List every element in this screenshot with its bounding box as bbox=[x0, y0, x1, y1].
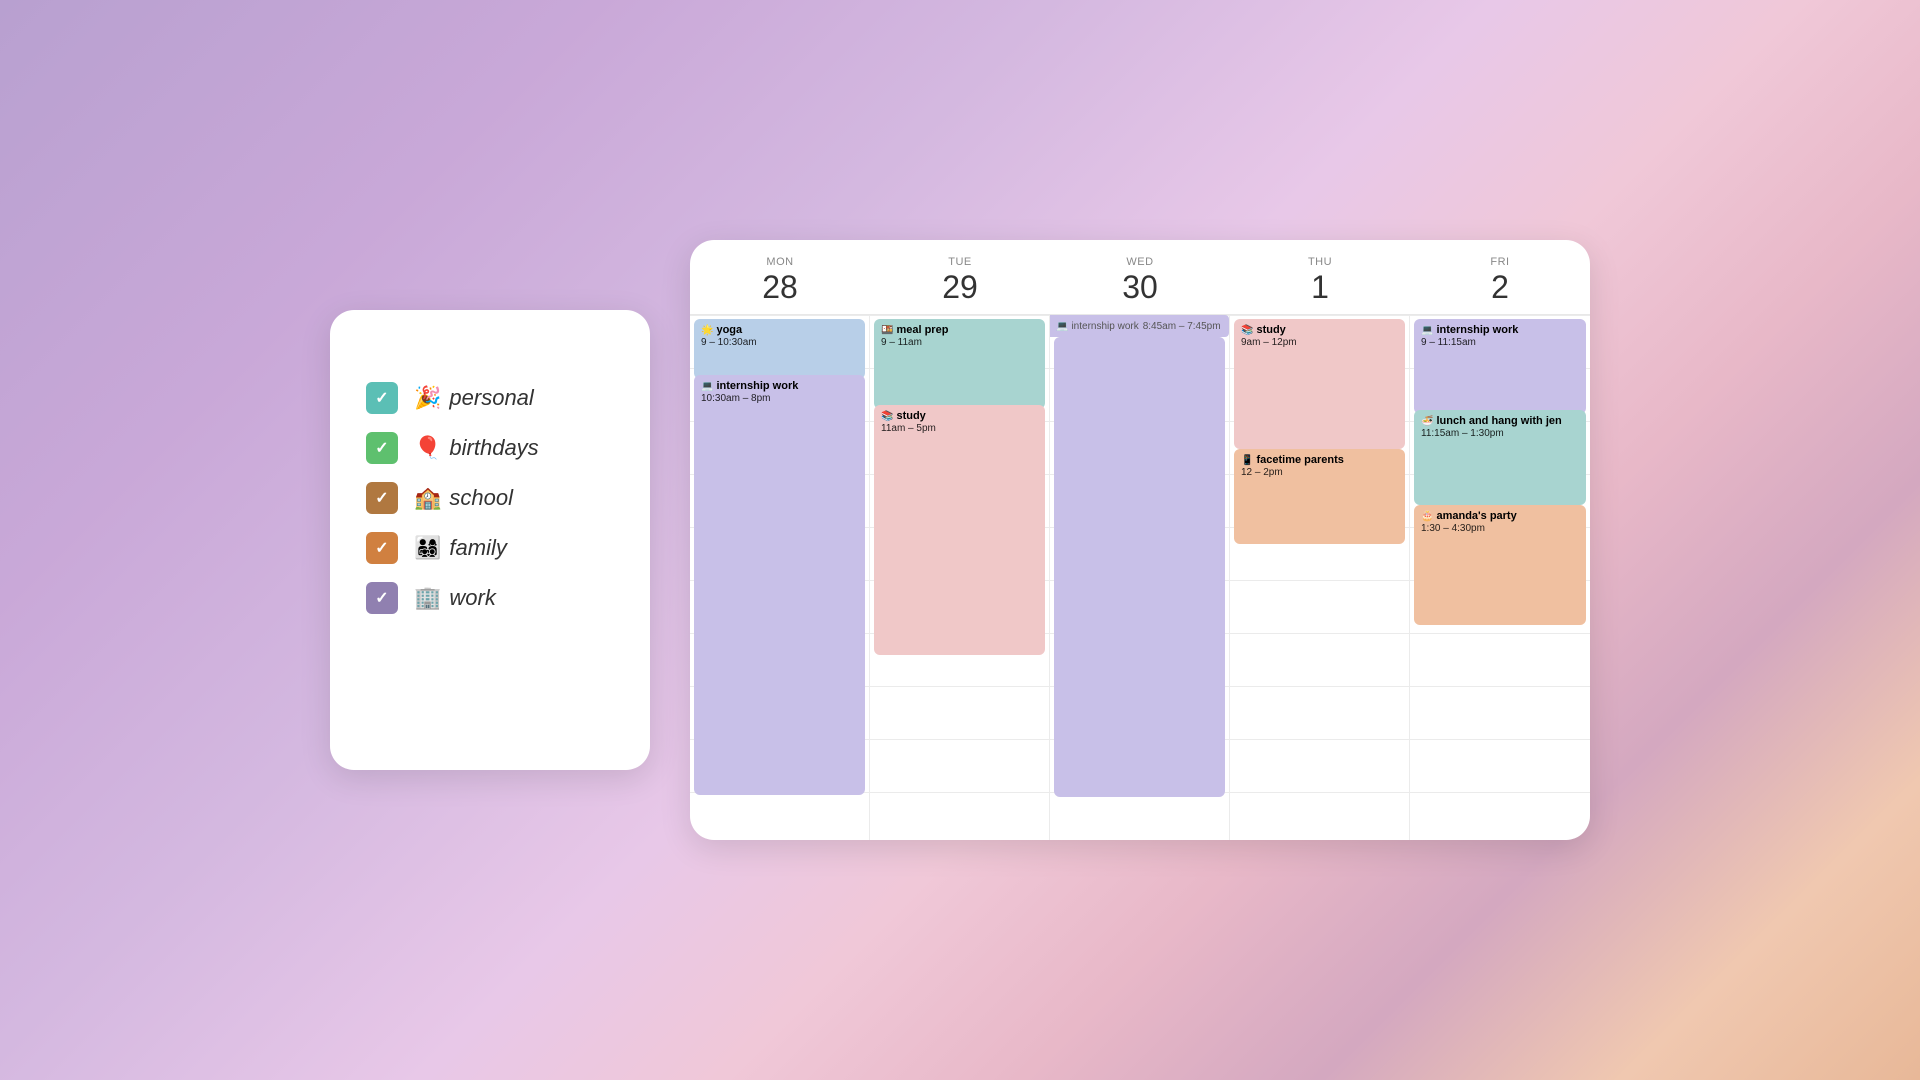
calendar-item-birthdays[interactable]: ✓ 🎈 birthdays bbox=[366, 432, 614, 464]
checkbox-family[interactable]: ✓ bbox=[366, 532, 398, 564]
calendar-item-family[interactable]: ✓ 👨‍👩‍👧‍👦 family bbox=[366, 532, 614, 564]
event-internship-work-wed[interactable] bbox=[1054, 337, 1225, 797]
calendar-label-work: 🏢 work bbox=[414, 585, 496, 611]
calendar-label-personal: 🎉 personal bbox=[414, 385, 534, 411]
cal-column-mon: 🌟 yoga 9 – 10:30am 💻 internship work 10:… bbox=[690, 315, 870, 840]
calendar-item-work[interactable]: ✓ 🏢 work bbox=[366, 582, 614, 614]
event-internship-work-mon[interactable]: 💻 internship work 10:30am – 8pm bbox=[694, 375, 865, 795]
cal-column-wed: 💻 internship work 8:45am – 7:45pm bbox=[1050, 315, 1230, 840]
cal-column-tue: 🍱 meal prep 9 – 11am 📚 study 11am – 5pm bbox=[870, 315, 1050, 840]
event-meal-prep-tue[interactable]: 🍱 meal prep 9 – 11am bbox=[874, 319, 1045, 409]
day-header-mon: MON 28 bbox=[690, 256, 870, 306]
checkbox-personal[interactable]: ✓ bbox=[366, 382, 398, 414]
event-multiday-internship-wed[interactable]: 💻 internship work 8:45am – 7:45pm bbox=[1050, 315, 1229, 337]
event-internship-work-fri[interactable]: 💻 internship work 9 – 11:15am bbox=[1414, 319, 1586, 414]
event-lunch-and-hang-with-jen-fri[interactable]: 🍜 lunch and hang with jen 11:15am – 1:30… bbox=[1414, 410, 1586, 505]
day-header-thu: THU 1 bbox=[1230, 256, 1410, 306]
event-study-tue[interactable]: 📚 study 11am – 5pm bbox=[874, 405, 1045, 655]
calendar-body: 🌟 yoga 9 – 10:30am 💻 internship work 10:… bbox=[690, 315, 1590, 840]
calendar-label-family: 👨‍👩‍👧‍👦 family bbox=[414, 535, 507, 561]
calendar-list: ✓ 🎉 personal ✓ 🎈 birthdays ✓ 🏫 school ✓ … bbox=[366, 382, 614, 614]
calendar-panel: MON 28 TUE 29 WED 30 THU 1 FRI 2 🌟 yoga … bbox=[690, 240, 1590, 840]
calendar-label-birthdays: 🎈 birthdays bbox=[414, 435, 539, 461]
event-yoga-mon[interactable]: 🌟 yoga 9 – 10:30am bbox=[694, 319, 865, 379]
event-study-thu[interactable]: 📚 study 9am – 12pm bbox=[1234, 319, 1405, 449]
day-header-fri: FRI 2 bbox=[1410, 256, 1590, 306]
calendar-item-school[interactable]: ✓ 🏫 school bbox=[366, 482, 614, 514]
calendar-label-school: 🏫 school bbox=[414, 485, 513, 511]
checkbox-school[interactable]: ✓ bbox=[366, 482, 398, 514]
event-amanda's-party-fri[interactable]: 🎂 amanda's party 1:30 – 4:30pm bbox=[1414, 505, 1586, 625]
checkbox-work[interactable]: ✓ bbox=[366, 582, 398, 614]
event-facetime-parents-thu[interactable]: 📱 facetime parents 12 – 2pm bbox=[1234, 449, 1405, 544]
cal-column-fri: 💻 internship work 9 – 11:15am 🍜 lunch an… bbox=[1410, 315, 1590, 840]
calendar-item-personal[interactable]: ✓ 🎉 personal bbox=[366, 382, 614, 414]
day-header-tue: TUE 29 bbox=[870, 256, 1050, 306]
checkbox-birthdays[interactable]: ✓ bbox=[366, 432, 398, 464]
day-header-wed: WED 30 bbox=[1050, 256, 1230, 306]
calendar-header: MON 28 TUE 29 WED 30 THU 1 FRI 2 bbox=[690, 240, 1590, 315]
sidebar: ✓ 🎉 personal ✓ 🎈 birthdays ✓ 🏫 school ✓ … bbox=[330, 310, 650, 770]
cal-column-thu: 📚 study 9am – 12pm 📱 facetime parents 12… bbox=[1230, 315, 1410, 840]
